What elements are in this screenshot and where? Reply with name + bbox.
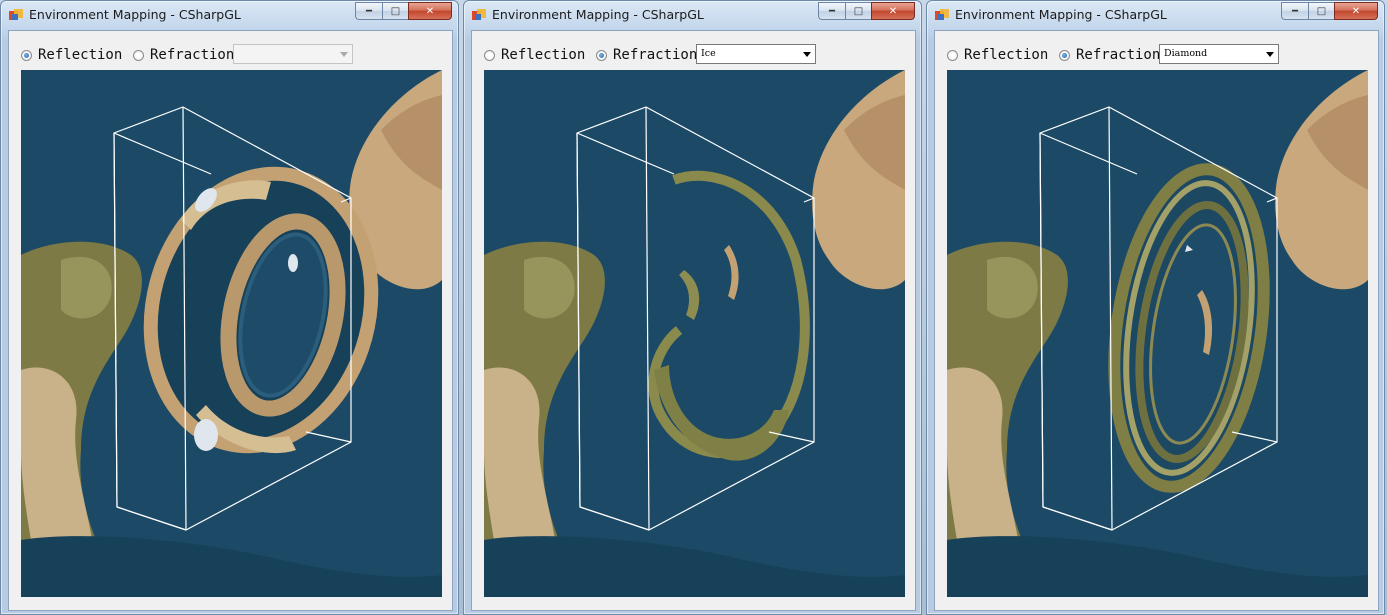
window-title: Environment Mapping - CSharpGL — [29, 7, 241, 22]
options-bar: Reflection Refraction Ice — [472, 31, 915, 69]
maximize-button[interactable]: □ — [1308, 2, 1334, 20]
maximize-icon: □ — [1316, 5, 1327, 17]
close-button[interactable]: ✕ — [408, 2, 452, 20]
cube-app-icon — [935, 9, 949, 20]
maximize-button[interactable]: □ — [382, 2, 408, 20]
minimize-icon: ━ — [1291, 5, 1299, 17]
radio-button[interactable] — [21, 49, 32, 61]
close-button[interactable]: ✕ — [1334, 2, 1378, 20]
close-icon: ✕ — [1351, 5, 1361, 17]
close-button[interactable]: ✕ — [871, 2, 915, 20]
title-bar[interactable]: Environment Mapping - CSharpGL ━ □ ✕ — [927, 1, 1384, 29]
minimize-button[interactable]: ━ — [818, 2, 845, 20]
options-bar: Reflection Refraction Diamond — [935, 31, 1378, 69]
title-bar[interactable]: Environment Mapping - CSharpGL ━ □ ✕ — [1, 1, 458, 29]
maximize-button[interactable]: □ — [845, 2, 871, 20]
refraction-radio[interactable]: Refraction — [596, 47, 697, 63]
maximize-icon: □ — [853, 5, 864, 17]
radio-button[interactable] — [596, 49, 607, 61]
refraction-radio[interactable]: Refraction — [1059, 47, 1160, 63]
title-bar[interactable]: Environment Mapping - CSharpGL ━ □ ✕ — [464, 1, 921, 29]
material-dropdown — [233, 44, 353, 64]
minimize-icon: ━ — [828, 5, 836, 17]
radio-button[interactable] — [484, 49, 495, 61]
reflection-label: Reflection — [38, 47, 123, 63]
reflection-radio[interactable]: Reflection — [21, 47, 122, 63]
render-viewport[interactable] — [484, 70, 905, 597]
radio-button[interactable] — [1059, 49, 1070, 61]
maximize-icon: □ — [390, 5, 401, 17]
minimize-icon: ━ — [365, 5, 373, 17]
close-icon: ✕ — [888, 5, 898, 17]
chevron-down-icon — [340, 52, 348, 57]
radio-button[interactable] — [133, 49, 144, 61]
reflection-radio[interactable]: Reflection — [484, 47, 585, 63]
refraction-label: Refraction — [150, 47, 235, 63]
refraction-radio[interactable]: Refraction — [133, 47, 234, 63]
window-title: Environment Mapping - CSharpGL — [955, 7, 1167, 22]
material-dropdown[interactable]: Ice — [696, 44, 816, 64]
reflection-radio[interactable]: Reflection — [947, 47, 1048, 63]
window-title: Environment Mapping - CSharpGL — [492, 7, 704, 22]
material-dropdown[interactable]: Diamond — [1159, 44, 1279, 64]
chevron-down-icon — [803, 52, 811, 57]
window-refraction-diamond: Environment Mapping - CSharpGL ━ □ ✕ Ref… — [926, 0, 1385, 615]
client-area: Reflection Refraction Diamond — [934, 30, 1379, 611]
scene-render — [947, 70, 1368, 597]
scene-render — [484, 70, 905, 597]
refraction-label: Refraction — [1076, 47, 1161, 63]
radio-button[interactable] — [947, 49, 958, 61]
client-area: Reflection Refraction Ice — [471, 30, 916, 611]
reflection-label: Reflection — [964, 47, 1049, 63]
options-bar: Reflection Refraction — [9, 31, 452, 69]
close-icon: ✕ — [425, 5, 435, 17]
material-value: Diamond — [1164, 48, 1208, 59]
scene-render — [21, 70, 442, 597]
render-viewport[interactable] — [21, 70, 442, 597]
cube-app-icon — [472, 9, 486, 20]
cube-app-icon — [9, 9, 23, 20]
reflection-label: Reflection — [501, 47, 586, 63]
material-value: Ice — [701, 48, 716, 59]
minimize-button[interactable]: ━ — [1281, 2, 1308, 20]
client-area: Reflection Refraction — [8, 30, 453, 611]
minimize-button[interactable]: ━ — [355, 2, 382, 20]
window-reflection: Environment Mapping - CSharpGL ━ □ ✕ Ref… — [0, 0, 459, 615]
window-refraction-ice: Environment Mapping - CSharpGL ━ □ ✕ Ref… — [463, 0, 922, 615]
render-viewport[interactable] — [947, 70, 1368, 597]
chevron-down-icon — [1266, 52, 1274, 57]
refraction-label: Refraction — [613, 47, 698, 63]
